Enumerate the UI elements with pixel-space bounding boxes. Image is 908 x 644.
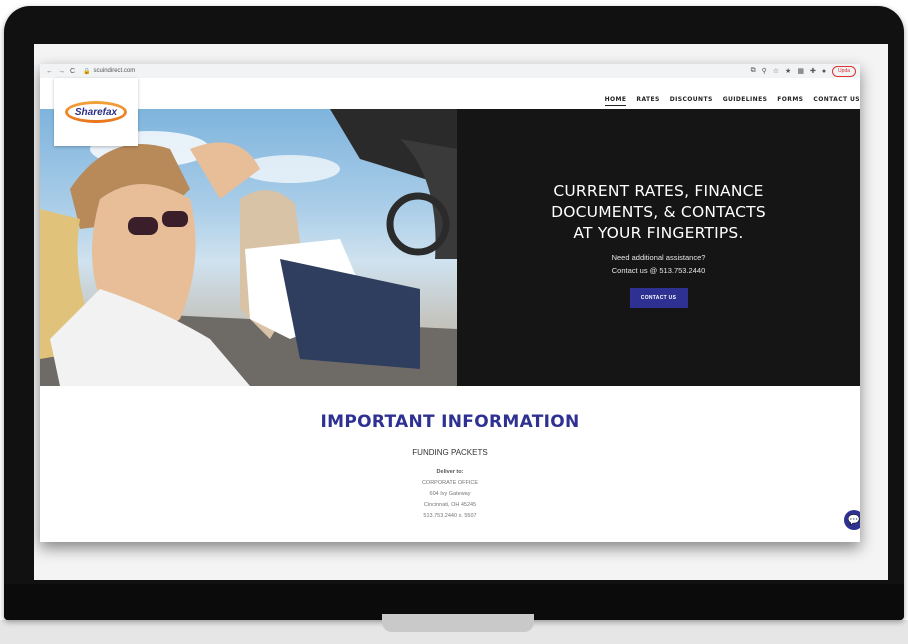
forward-icon[interactable]: →	[58, 68, 65, 75]
address-text: scuindirect.com	[93, 68, 136, 74]
deliver-to-label: Deliver to:	[436, 469, 464, 475]
convertible-couple-image	[40, 109, 457, 386]
hero-cta-panel: CURRENT RATES, FINANCE DOCUMENTS, & CONT…	[457, 109, 860, 386]
contact-us-button[interactable]: CONTACT US	[629, 288, 688, 308]
main-menu: HOME RATES DISCOUNTS GUIDELINES FORMS CO…	[604, 96, 860, 106]
chat-icon[interactable]: 💬	[844, 510, 860, 530]
nav-guidelines[interactable]: GUIDELINES	[723, 96, 768, 106]
lock-icon: 🔒	[83, 68, 91, 75]
bookmark-icon[interactable]: ☆	[773, 67, 779, 75]
profile-icon[interactable]: ●	[822, 68, 826, 75]
logo-mark: Sharefax	[65, 101, 127, 123]
hero-title: CURRENT RATES, FINANCE DOCUMENTS, & CONT…	[551, 182, 766, 242]
nav-home[interactable]: HOME	[604, 96, 627, 106]
browser-window: ← → C 🔒 scuindirect.com ⧉ ⚲ ☆ ★ ▦ ✚ ● Up…	[40, 64, 860, 542]
laptop-base-notch	[382, 614, 534, 632]
zoom-icon[interactable]: ⚲	[762, 67, 767, 75]
reload-icon[interactable]: C	[70, 68, 75, 75]
delivery-address: CORPORATE OFFICE 604 Ivy Gateway Cincinn…	[421, 480, 479, 519]
hero-photo	[40, 109, 457, 386]
hero-section: CURRENT RATES, FINANCE DOCUMENTS, & CONT…	[40, 109, 860, 386]
back-icon[interactable]: ←	[46, 68, 53, 75]
site-header: HOME RATES DISCOUNTS GUIDELINES FORMS CO…	[40, 78, 860, 109]
funding-packets-heading: FUNDING PACKETS	[412, 448, 488, 457]
site-logo[interactable]: Sharefax	[54, 78, 138, 146]
address-bar[interactable]: 🔒 scuindirect.com	[83, 68, 135, 75]
browser-toolbar: ← → C 🔒 scuindirect.com ⧉ ⚲ ☆ ★ ▦ ✚ ● Up…	[40, 64, 860, 79]
important-information-section: IMPORTANT INFORMATION FUNDING PACKETS De…	[40, 386, 860, 542]
section-title: IMPORTANT INFORMATION	[320, 412, 580, 432]
nav-forms[interactable]: FORMS	[777, 96, 803, 106]
hero-subtext: Need additional assistance? Contact us @…	[611, 253, 706, 275]
nav-rates[interactable]: RATES	[636, 96, 659, 106]
nav-contact-us[interactable]: CONTACT US	[813, 96, 860, 106]
nav-discounts[interactable]: DISCOUNTS	[670, 96, 713, 106]
extension-icon[interactable]: ▦	[797, 67, 804, 75]
update-button[interactable]: Upda	[832, 65, 856, 77]
laptop-screen: ← → C 🔒 scuindirect.com ⧉ ⚲ ☆ ★ ▦ ✚ ● Up…	[34, 44, 888, 580]
logo-text: Sharefax	[74, 106, 118, 118]
share-icon[interactable]: ⧉	[751, 67, 756, 75]
puzzle-icon[interactable]: ✚	[810, 67, 816, 75]
star-icon[interactable]: ★	[785, 67, 791, 75]
